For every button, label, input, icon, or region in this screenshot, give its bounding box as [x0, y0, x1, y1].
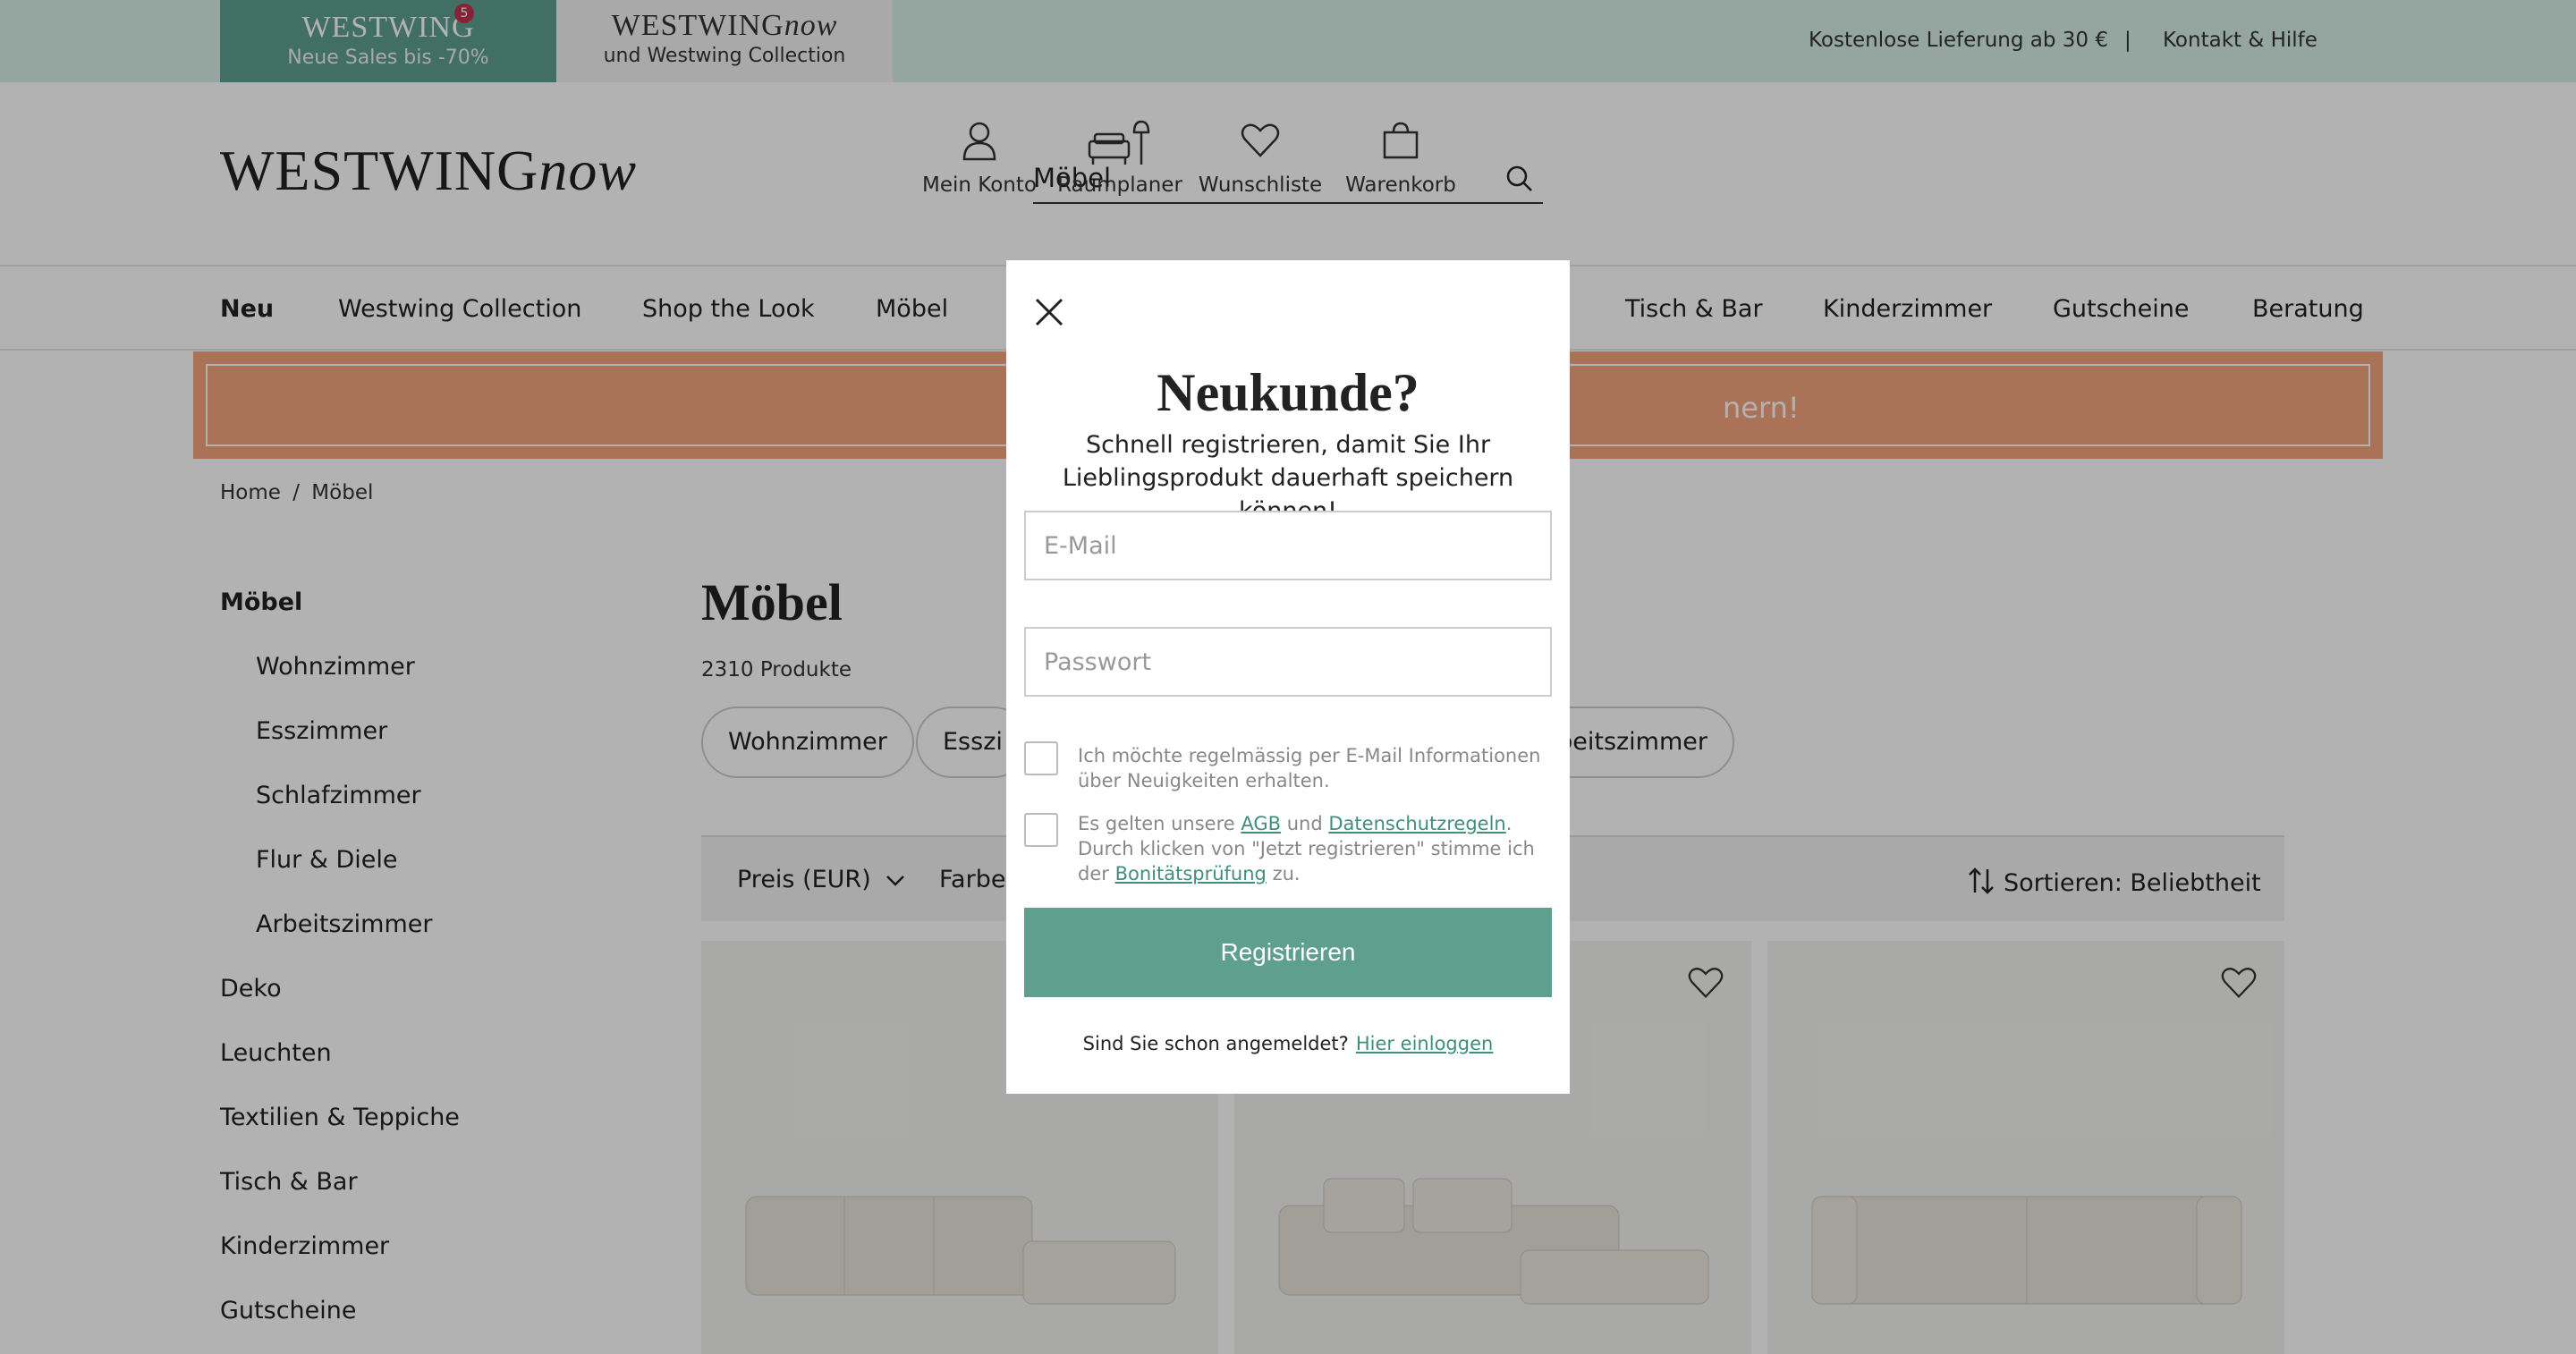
login-prompt: Sind Sie schon angemeldet? Hier einloggen: [1006, 1033, 1570, 1054]
register-modal: Neukunde? Schnell registrieren, damit Si…: [1006, 260, 1570, 1094]
modal-title: Neukunde?: [1157, 363, 1419, 422]
email-field[interactable]: [1024, 511, 1552, 580]
password-field[interactable]: [1024, 627, 1552, 697]
newsletter-text: Ich möchte regelmässig per E-Mail Inform…: [1078, 745, 1541, 791]
login-link[interactable]: Hier einloggen: [1356, 1033, 1494, 1054]
terms-checkbox[interactable]: [1024, 813, 1058, 847]
login-question: Sind Sie schon angemeldet?: [1082, 1033, 1349, 1054]
terms-text: Es gelten unsere AGB und Datenschutzrege…: [1078, 811, 1552, 886]
newsletter-checkbox[interactable]: [1024, 741, 1058, 775]
terms-suffix: zu.: [1272, 863, 1301, 884]
privacy-link[interactable]: Datenschutzregeln: [1328, 813, 1505, 834]
terms-prefix: Es gelten unsere: [1078, 813, 1235, 834]
register-button[interactable]: Registrieren: [1024, 908, 1552, 997]
terms-and: und: [1286, 813, 1323, 834]
agb-link[interactable]: AGB: [1241, 813, 1281, 834]
credit-check-link[interactable]: Bonitätsprüfung: [1115, 863, 1267, 884]
close-icon[interactable]: [1031, 294, 1067, 330]
